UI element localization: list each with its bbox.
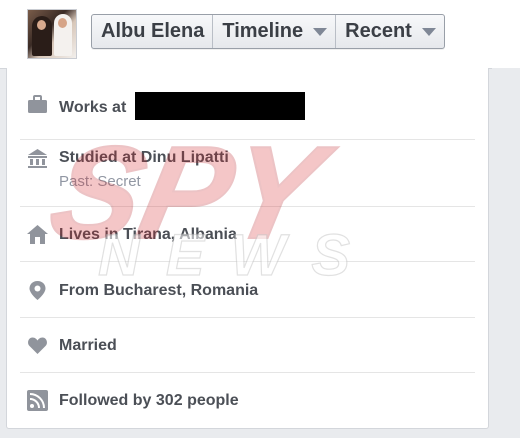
rss-icon: [27, 390, 48, 411]
profile-nav-buttons: Albu Elena Timeline Recent: [91, 14, 445, 49]
timeline-label: Timeline: [222, 20, 304, 42]
followers-label: Followed by 302 people: [59, 392, 239, 410]
lives-prefix: Lives in: [59, 226, 119, 243]
followers-suffix: people: [187, 392, 239, 409]
education-label: Studied at Dinu Lipatti: [59, 149, 229, 167]
about-row-relationship: Married: [20, 318, 475, 373]
school-icon: [28, 149, 47, 168]
followers-count: 302: [155, 392, 183, 409]
chevron-down-icon: [421, 27, 436, 36]
lives-separator: ,: [170, 226, 176, 243]
relationship-label: Married: [59, 337, 117, 354]
about-row-work: Works at: [20, 68, 475, 140]
about-panel: Works at Studied at Dinu Lipatti Past: S…: [6, 68, 489, 429]
profile-name-label: Albu Elena: [101, 20, 205, 42]
followers-count-link[interactable]: 302 people: [156, 392, 239, 409]
education-sub: Past: Secret: [59, 173, 141, 190]
recent-dropdown-button[interactable]: Recent: [335, 15, 444, 48]
from-separator: ,: [181, 282, 187, 299]
profile-name-button[interactable]: Albu Elena: [92, 15, 212, 48]
hometown-label: From Bucharest, Romania: [59, 282, 258, 300]
about-row-followers: Followed by 302 people: [20, 373, 475, 428]
avatar-face-2: [58, 18, 67, 28]
redacted-employer: [134, 92, 305, 120]
location-pin-icon: [29, 281, 46, 300]
about-row-current-city: Lives in Tirana, Albania: [20, 207, 475, 262]
profile-avatar[interactable]: [27, 9, 77, 59]
followers-prefix: Followed by: [59, 392, 152, 409]
from-country-link[interactable]: Romania: [191, 282, 259, 299]
current-city-label: Lives in Tirana, Albania: [59, 226, 237, 244]
home-icon: [27, 225, 48, 244]
from-prefix: From: [59, 282, 99, 299]
heart-icon: [28, 337, 47, 354]
work-prefix: Works at: [59, 99, 127, 117]
lives-country-link[interactable]: Albania: [179, 226, 237, 243]
about-row-hometown: From Bucharest, Romania: [20, 262, 475, 318]
about-row-education: Studied at Dinu Lipatti Past: Secret: [20, 140, 475, 207]
work-label: Works at: [59, 92, 305, 122]
page-gutter: [492, 68, 520, 438]
recent-label: Recent: [345, 20, 412, 42]
lives-city-link[interactable]: Tirana: [123, 226, 171, 243]
timeline-dropdown-button[interactable]: Timeline: [212, 15, 335, 48]
chevron-down-icon: [313, 27, 328, 36]
from-city-link[interactable]: Bucharest: [103, 282, 181, 299]
briefcase-icon: [28, 95, 47, 113]
avatar-face-1: [37, 20, 46, 30]
education-prefix: Studied at: [59, 149, 137, 166]
school-link[interactable]: Dinu Lipatti: [141, 149, 229, 166]
timeline-header: Albu Elena Timeline Recent: [0, 0, 520, 69]
